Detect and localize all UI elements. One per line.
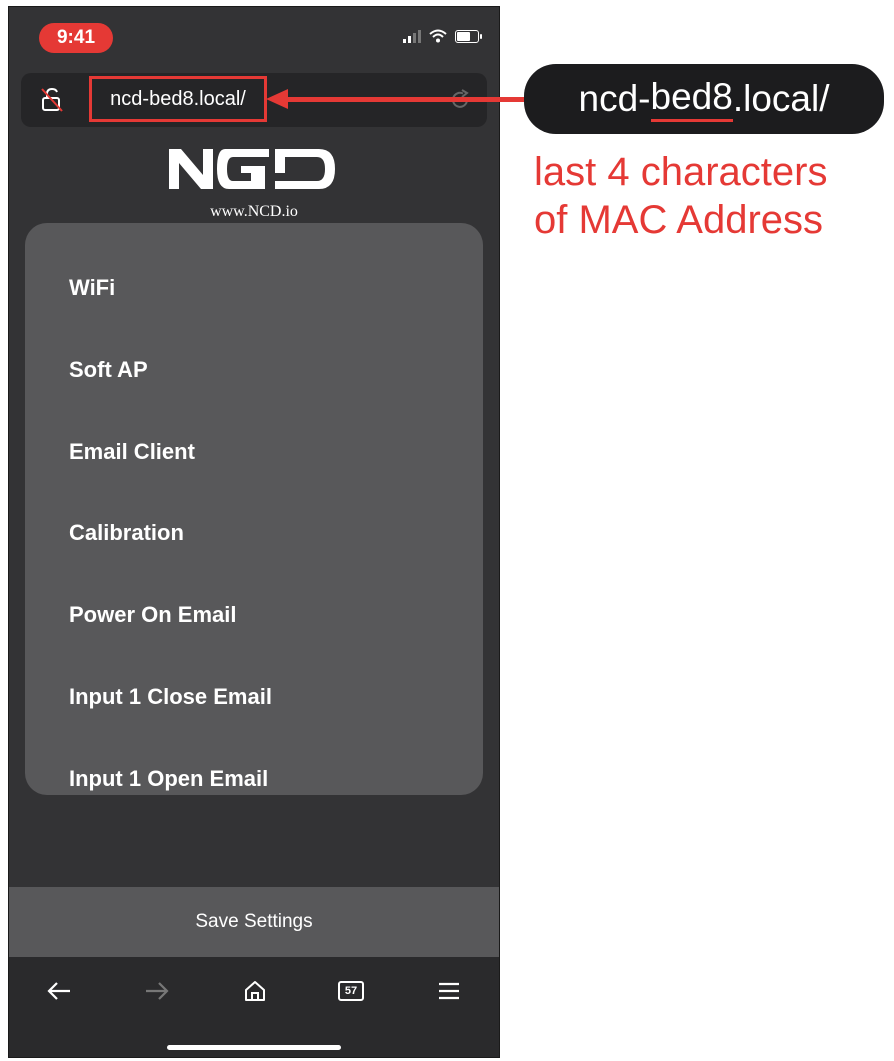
menu-item-input-1-close-email[interactable]: Input 1 Close Email bbox=[69, 672, 449, 722]
callout-url-highlight: bed8 bbox=[650, 76, 733, 122]
status-icons bbox=[403, 29, 482, 43]
annotation-arrow-line bbox=[284, 97, 526, 102]
home-button[interactable] bbox=[235, 973, 275, 1009]
mac-address-note: last 4 characters of MAC Address bbox=[534, 148, 894, 244]
logo-subtitle: www.NCD.io bbox=[210, 203, 298, 220]
menu-item-soft-ap[interactable]: Soft AP bbox=[69, 345, 449, 395]
url-field[interactable]: ncd-bed8.local/ bbox=[89, 76, 267, 122]
callout-url-suffix: .local/ bbox=[732, 78, 830, 119]
forward-button[interactable] bbox=[137, 973, 177, 1009]
home-icon bbox=[245, 981, 265, 1001]
menu-button[interactable] bbox=[429, 973, 469, 1009]
note-line-2: of MAC Address bbox=[534, 198, 824, 242]
battery-icon bbox=[455, 29, 482, 43]
status-time: 9:41 bbox=[39, 23, 113, 53]
back-arrow-icon bbox=[47, 982, 70, 1000]
back-button[interactable] bbox=[39, 973, 79, 1009]
home-indicator bbox=[167, 1045, 341, 1050]
tabs-button[interactable]: 57 bbox=[331, 973, 371, 1009]
menu-item-wifi[interactable]: WiFi bbox=[69, 263, 449, 313]
tab-count: 57 bbox=[338, 981, 364, 1001]
annotation-arrow-head bbox=[266, 89, 288, 109]
phone-screen: 9:41 ncd-bed8.local/ www.NCD.io WiFi Sof… bbox=[8, 6, 500, 1058]
callout-url-prefix: ncd- bbox=[578, 78, 651, 119]
url-callout: ncd-bed8 .local/ bbox=[524, 64, 884, 134]
signal-icon bbox=[403, 29, 421, 43]
ncd-logo bbox=[169, 149, 335, 189]
settings-menu-card: WiFi Soft AP Email Client Calibration Po… bbox=[25, 223, 483, 795]
menu-item-calibration[interactable]: Calibration bbox=[69, 508, 449, 558]
save-settings-button[interactable]: Save Settings bbox=[9, 887, 499, 957]
menu-item-email-client[interactable]: Email Client bbox=[69, 427, 449, 477]
forward-arrow-icon bbox=[146, 982, 169, 1000]
note-line-1: last 4 characters bbox=[534, 150, 828, 194]
wifi-icon bbox=[429, 29, 447, 43]
menu-item-power-on-email[interactable]: Power On Email bbox=[69, 590, 449, 640]
hamburger-menu-icon bbox=[439, 982, 459, 1000]
menu-item-input-1-open-email[interactable]: Input 1 Open Email bbox=[69, 754, 449, 804]
browser-toolbar: 57 bbox=[9, 957, 499, 1057]
unlocked-lock-icon bbox=[41, 87, 63, 112]
